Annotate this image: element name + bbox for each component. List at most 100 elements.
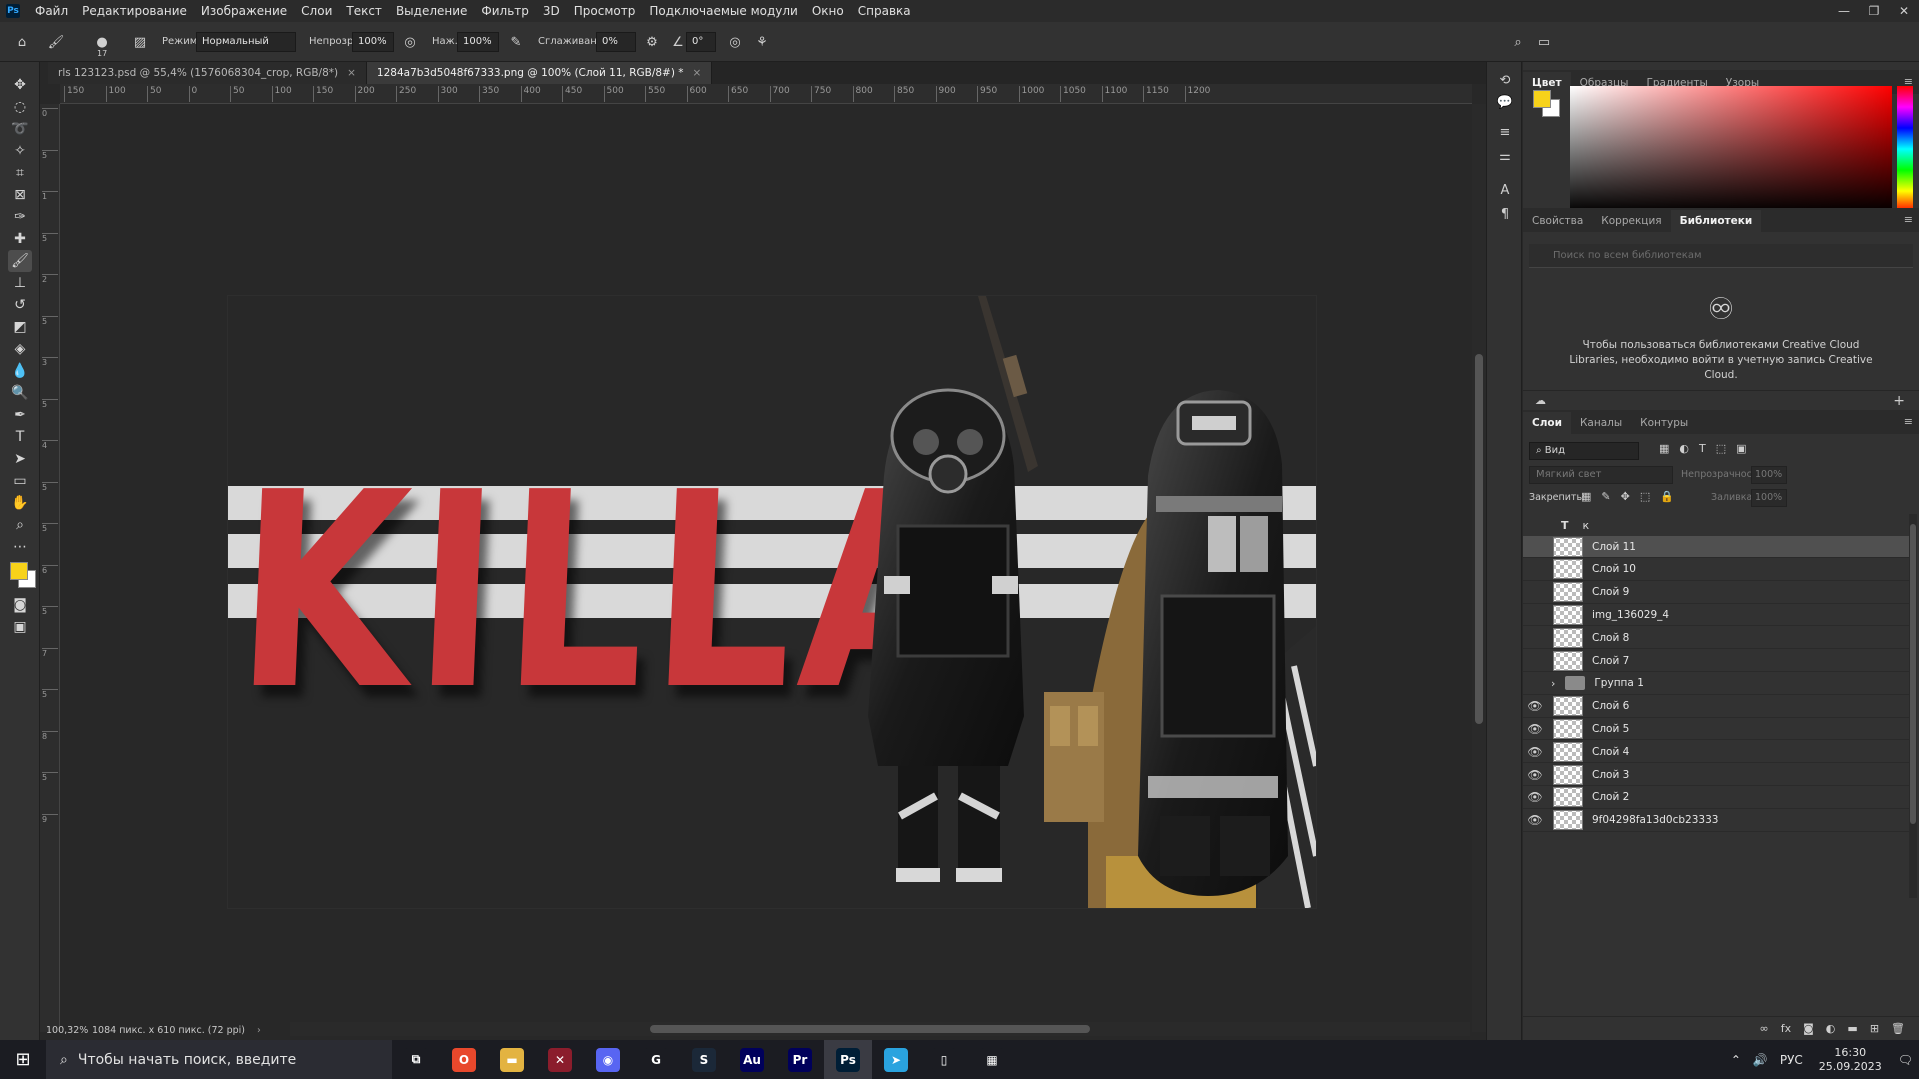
new-group-icon[interactable]: ▬ bbox=[1847, 1022, 1857, 1035]
hue-slider[interactable] bbox=[1897, 86, 1913, 212]
layer-row[interactable]: Слой 7 bbox=[1523, 650, 1909, 672]
paragraph-panel-icon[interactable]: ¶ bbox=[1495, 204, 1515, 224]
layer-style-icon[interactable]: fx bbox=[1781, 1022, 1791, 1035]
lasso-tool-icon[interactable]: ➰ bbox=[8, 118, 32, 140]
menu-item-11[interactable]: Справка bbox=[851, 0, 918, 22]
lock-all-icon[interactable]: 🔒 bbox=[1660, 490, 1674, 503]
layer-row[interactable]: Слой 11 bbox=[1523, 536, 1909, 558]
tab-png-active[interactable]: 1284a7b3d5048f67333.png @ 100% (Слой 11,… bbox=[366, 62, 713, 84]
taskbar-app-telegram[interactable]: ➤ bbox=[872, 1040, 920, 1079]
eraser-tool-icon[interactable]: ◩ bbox=[8, 316, 32, 338]
restore-button[interactable]: ❐ bbox=[1859, 0, 1889, 22]
lock-position-icon[interactable]: ✥ bbox=[1621, 490, 1630, 503]
blend-mode-select[interactable]: Нормальный bbox=[196, 32, 296, 52]
history-brush-tool-icon[interactable]: ↺ bbox=[8, 294, 32, 316]
rectangle-tool-icon[interactable]: ▭ bbox=[8, 470, 32, 492]
taskbar-app-audition[interactable]: Au bbox=[728, 1040, 776, 1079]
layers-scrollbar[interactable] bbox=[1909, 514, 1917, 898]
marquee-tool-icon[interactable]: ◌ bbox=[8, 96, 32, 118]
opacity-field[interactable]: 100% bbox=[352, 32, 394, 52]
zoom-tool-icon[interactable]: ⌕ bbox=[8, 514, 32, 536]
libraries-search-input[interactable]: Поиск по всем библиотекам bbox=[1529, 244, 1913, 268]
menu-item-7[interactable]: 3D bbox=[536, 0, 567, 22]
language-indicator[interactable]: РУС bbox=[1774, 1053, 1809, 1067]
adjustment-layer-icon[interactable]: ◐ bbox=[1826, 1022, 1836, 1035]
foreground-color-swatch[interactable] bbox=[10, 562, 28, 580]
expand-chevron-icon[interactable]: › bbox=[1551, 677, 1555, 690]
crop-tool-icon[interactable]: ⌗ bbox=[8, 162, 32, 184]
smoothing-field[interactable]: 0% bbox=[596, 32, 636, 52]
volume-icon[interactable]: 🔊 bbox=[1747, 1053, 1774, 1067]
hand-tool-icon[interactable]: ✋ bbox=[8, 492, 32, 514]
taskbar-app-calculator[interactable]: ▦ bbox=[968, 1040, 1016, 1079]
menu-item-1[interactable]: Редактирование bbox=[75, 0, 194, 22]
fill-field[interactable]: 100% bbox=[1751, 489, 1787, 507]
more-tools-icon[interactable]: ⋯ bbox=[8, 536, 32, 558]
type-filter-icon[interactable]: T bbox=[1699, 442, 1706, 455]
cloud-sync-icon[interactable]: ☁ bbox=[1535, 394, 1546, 407]
screen-mode-icon[interactable]: ▣ bbox=[8, 616, 32, 638]
lock-pixels-icon[interactable]: ✎ bbox=[1601, 490, 1610, 503]
layer-row[interactable]: › Группа 1 bbox=[1523, 673, 1909, 695]
panel-menu-icon[interactable]: ≡ bbox=[1904, 213, 1913, 226]
history-panel-icon[interactable]: ⟲ bbox=[1495, 70, 1515, 90]
layer-row[interactable]: 👁 Слой 3 bbox=[1523, 764, 1909, 786]
blur-tool-icon[interactable]: 💧 bbox=[8, 360, 32, 382]
text-layer-row[interactable]: T к bbox=[1523, 514, 1909, 536]
paint-bucket-tool-icon[interactable]: ◈ bbox=[8, 338, 32, 360]
menu-item-4[interactable]: Текст bbox=[339, 0, 389, 22]
stamp-tool-icon[interactable]: ⊥ bbox=[8, 272, 32, 294]
visibility-eye-icon[interactable]: 👁 bbox=[1523, 813, 1547, 827]
tab-adjustments[interactable]: Коррекция bbox=[1592, 210, 1670, 232]
menu-item-5[interactable]: Выделение bbox=[389, 0, 474, 22]
canvas-horizontal-scrollbar[interactable] bbox=[290, 1022, 1470, 1036]
menu-item-6[interactable]: Фильтр bbox=[474, 0, 535, 22]
canvas-vertical-scrollbar[interactable] bbox=[1472, 104, 1486, 1032]
taskbar-app-discord[interactable]: ◉ bbox=[584, 1040, 632, 1079]
menu-item-10[interactable]: Окно bbox=[805, 0, 851, 22]
layer-row[interactable]: Слой 8 bbox=[1523, 627, 1909, 650]
visibility-eye-icon[interactable]: 👁 bbox=[1523, 768, 1547, 782]
menu-item-3[interactable]: Слои bbox=[294, 0, 339, 22]
layer-opacity-field[interactable]: 100% bbox=[1751, 466, 1787, 484]
tab-paths[interactable]: Контуры bbox=[1631, 412, 1697, 434]
taskbar-app-app-g[interactable]: G bbox=[632, 1040, 680, 1079]
menu-item-0[interactable]: Файл bbox=[28, 0, 75, 22]
frame-tool-icon[interactable]: ⊠ bbox=[8, 184, 32, 206]
canvas-workspace[interactable]: KILLA bbox=[60, 104, 1472, 1020]
quick-mask-icon[interactable]: ◙ bbox=[8, 594, 32, 616]
taskbar-app-task-view[interactable]: ⧉ bbox=[392, 1040, 440, 1079]
gear-icon[interactable]: ⚙ bbox=[642, 32, 662, 52]
layer-row[interactable]: 👁 Слой 5 bbox=[1523, 718, 1909, 741]
search-icon[interactable]: ⌕ bbox=[1508, 32, 1528, 52]
comments-panel-icon[interactable]: 💬 bbox=[1495, 92, 1515, 112]
pressure-size-icon[interactable]: ◎ bbox=[725, 32, 745, 52]
flow-field[interactable]: 100% bbox=[457, 32, 499, 52]
visibility-eye-icon[interactable]: 👁 bbox=[1523, 745, 1547, 759]
tray-chevron-icon[interactable]: ⌃ bbox=[1725, 1053, 1747, 1067]
scroll-thumb[interactable] bbox=[1475, 354, 1483, 724]
symmetry-icon[interactable]: ⚘ bbox=[752, 32, 772, 52]
close-tab-icon[interactable]: × bbox=[347, 67, 356, 79]
taskbar-app-premiere[interactable]: Pr bbox=[776, 1040, 824, 1079]
visibility-eye-icon[interactable]: 👁 bbox=[1523, 722, 1547, 736]
taskbar-app-photoshop[interactable]: Ps bbox=[824, 1040, 872, 1079]
tab-rls-psd[interactable]: rls 123123.psd @ 55,4% (1576068304_crop,… bbox=[48, 62, 367, 84]
menu-item-8[interactable]: Просмотр bbox=[567, 0, 643, 22]
lock-transparency-icon[interactable]: ▦ bbox=[1581, 490, 1591, 503]
healing-brush-tool-icon[interactable]: ✚ bbox=[8, 228, 32, 250]
shape-filter-icon[interactable]: ⬚ bbox=[1716, 442, 1726, 455]
quick-selection-tool-icon[interactable]: ✧ bbox=[8, 140, 32, 162]
taskbar-app-app-x[interactable]: ✕ bbox=[536, 1040, 584, 1079]
menu-item-9[interactable]: Подключаемые модули bbox=[642, 0, 805, 22]
taskbar-app-opera[interactable]: O bbox=[440, 1040, 488, 1079]
clock[interactable]: 16:30 25.09.2023 bbox=[1809, 1046, 1892, 1074]
taskbar-search-box[interactable]: ⌕ Чтобы начать поиск, введите bbox=[46, 1040, 392, 1079]
adjustments-panel-icon[interactable]: ⚌ bbox=[1495, 146, 1515, 166]
home-icon[interactable]: ⌂ bbox=[12, 32, 32, 52]
taskbar-app-notepad[interactable]: ▯ bbox=[920, 1040, 968, 1079]
layer-blend-mode-select[interactable]: Мягкий свет bbox=[1529, 466, 1673, 484]
layer-row[interactable]: 👁 9f04298fa13d0cb23333 bbox=[1523, 810, 1909, 832]
lock-artboard-icon[interactable]: ⬚ bbox=[1640, 490, 1650, 503]
menu-item-2[interactable]: Изображение bbox=[194, 0, 294, 22]
